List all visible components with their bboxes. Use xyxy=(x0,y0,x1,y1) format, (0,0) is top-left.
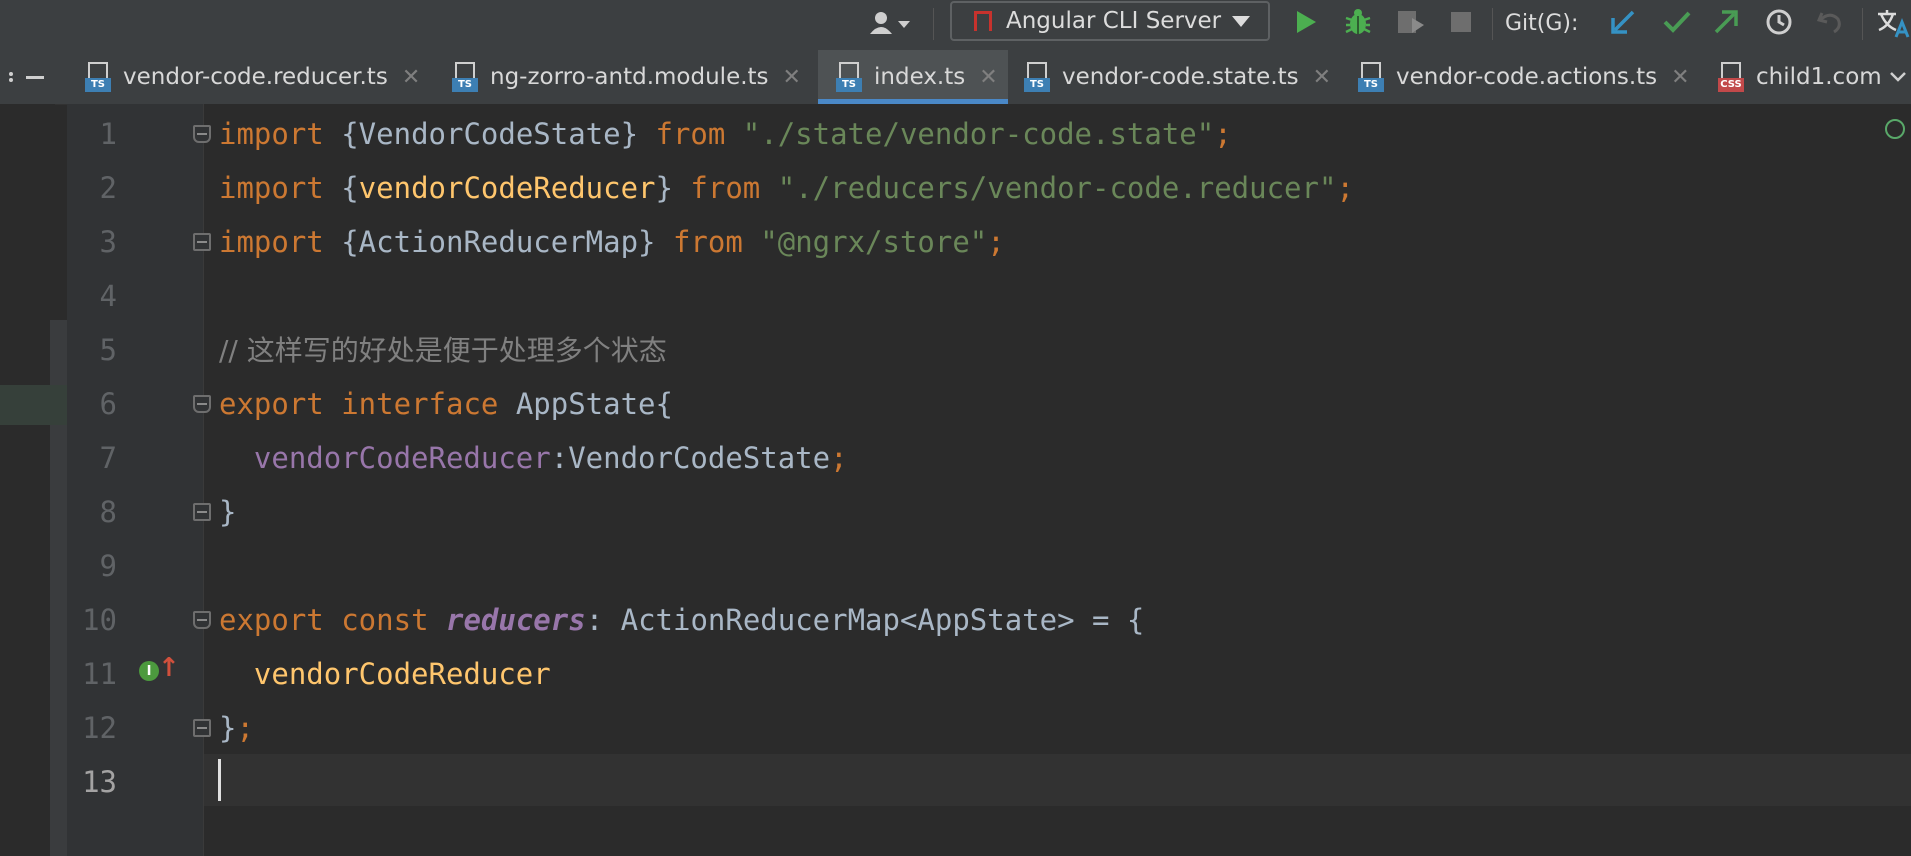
line-number: 7 xyxy=(99,441,117,475)
css-file-icon: CSS xyxy=(1718,62,1744,92)
line-number: 6 xyxy=(99,387,117,421)
line-number: 1 xyxy=(99,117,117,151)
tab-vendor-code-state[interactable]: TS vendor-code.state.ts ✕ xyxy=(1024,50,1354,104)
current-line-highlight xyxy=(204,754,1911,806)
tab-ng-zorro-antd-module[interactable]: TS ng-zorro-antd.module.ts ✕ xyxy=(452,50,818,104)
git-history-button[interactable] xyxy=(1762,6,1796,38)
close-icon[interactable]: ✕ xyxy=(1671,65,1689,90)
coverage-icon xyxy=(1398,11,1424,33)
run-icon xyxy=(1297,11,1316,33)
clock-icon xyxy=(1766,9,1792,35)
tab-vendor-code-actions[interactable]: TS vendor-code.actions.ts ✕ xyxy=(1358,50,1694,104)
chevron-down-icon xyxy=(1890,72,1906,82)
bug-icon xyxy=(1345,9,1371,34)
fold-marker[interactable] xyxy=(193,503,211,521)
code-line-3: import {ActionReducerMap} from "@ngrx/st… xyxy=(219,225,1005,259)
git-rollback-button[interactable] xyxy=(1813,6,1847,38)
undo-icon xyxy=(1816,12,1841,34)
git-label: Git(G): xyxy=(1505,10,1579,36)
run-configuration-selector[interactable]: Angular CLI Server xyxy=(950,1,1270,41)
tab-label: vendor-code.actions.ts xyxy=(1396,64,1658,90)
git-commit-button[interactable] xyxy=(1660,6,1694,38)
implements-icon[interactable]: I xyxy=(139,661,159,681)
fold-marker[interactable] xyxy=(193,125,211,143)
code-line-7: vendorCodeReducer:VendorCodeState; xyxy=(219,441,848,475)
fold-marker[interactable] xyxy=(193,611,211,629)
arrow-up-icon: ↑ xyxy=(158,653,180,683)
tab-label: vendor-code.reducer.ts xyxy=(123,64,388,90)
run-with-coverage-button[interactable] xyxy=(1393,6,1429,38)
fold-marker[interactable] xyxy=(193,719,211,737)
toolbar-separator xyxy=(1492,8,1493,40)
typescript-file-icon: TS xyxy=(836,62,862,92)
debug-button[interactable] xyxy=(1340,6,1376,38)
tab-label: index.ts xyxy=(874,64,966,90)
close-icon[interactable]: ✕ xyxy=(783,65,801,90)
line-number: 5 xyxy=(99,333,117,367)
code-line-8: } xyxy=(219,495,237,529)
translate-button[interactable] xyxy=(1875,6,1911,40)
git-push-button[interactable] xyxy=(1709,6,1743,38)
line-number: 2 xyxy=(99,171,117,205)
toolbar-separator xyxy=(1862,8,1863,40)
close-icon[interactable]: ✕ xyxy=(979,65,997,90)
line-number: 8 xyxy=(99,495,117,529)
line-number: 9 xyxy=(99,549,117,583)
fold-marker[interactable] xyxy=(193,233,211,251)
arrow-down-left-icon xyxy=(1611,10,1635,34)
minus-icon xyxy=(8,72,44,82)
stop-button[interactable] xyxy=(1445,6,1477,38)
user-icon xyxy=(870,12,910,34)
tab-vendor-code-reducer[interactable]: TS vendor-code.reducer.ts ✕ xyxy=(85,50,430,104)
line-number: 3 xyxy=(99,225,117,259)
code-line-1: import {VendorCodeState} from "./state/v… xyxy=(219,117,1232,151)
arrow-up-right-icon xyxy=(1714,10,1738,34)
code-line-5: // 这样写的好处是便于处理多个状态 xyxy=(219,334,667,367)
chevron-down-icon xyxy=(1232,16,1250,27)
typescript-file-icon: TS xyxy=(1358,62,1384,92)
changed-line-marker xyxy=(0,385,67,425)
translate-icon xyxy=(1878,10,1910,38)
close-icon[interactable]: ✕ xyxy=(1313,65,1331,90)
tab-index[interactable]: TS index.ts ✕ xyxy=(818,50,1008,104)
code-line-2: import {vendorCodeReducer} from "./reduc… xyxy=(219,171,1354,205)
typescript-file-icon: TS xyxy=(85,62,111,92)
code-line-6: export interface AppState{ xyxy=(219,387,673,421)
tab-label: child1.com xyxy=(1756,64,1882,90)
main-toolbar: Angular CLI Server Git(G): xyxy=(0,0,1911,50)
run-configuration-label: Angular CLI Server xyxy=(1006,8,1222,34)
code-line-12: }; xyxy=(219,711,254,745)
toolbar-separator xyxy=(933,8,934,40)
inspection-status-icon[interactable] xyxy=(1885,119,1905,139)
user-menu-button[interactable] xyxy=(855,8,925,38)
run-button[interactable] xyxy=(1290,6,1322,38)
tab-child1-component-css[interactable]: CSS child1.com xyxy=(1718,50,1885,104)
typescript-file-icon: TS xyxy=(452,62,478,92)
line-number: 12 xyxy=(82,711,117,745)
angular-icon xyxy=(974,11,992,31)
stop-icon xyxy=(1451,12,1471,32)
text-caret xyxy=(218,759,221,801)
fold-marker[interactable] xyxy=(193,395,211,413)
tab-label: vendor-code.state.ts xyxy=(1062,64,1299,90)
tab-label: ng-zorro-antd.module.ts xyxy=(490,64,769,90)
typescript-file-icon: TS xyxy=(1024,62,1050,92)
split-view-button[interactable] xyxy=(0,50,55,104)
code-line-11: vendorCodeReducer xyxy=(219,657,551,691)
line-number: 4 xyxy=(99,279,117,313)
line-number: 11 xyxy=(82,657,117,691)
close-icon[interactable]: ✕ xyxy=(402,65,420,90)
line-number-current: 13 xyxy=(82,765,117,799)
show-more-tabs-button[interactable] xyxy=(1885,50,1911,104)
code-line-10: export const reducers: ActionReducerMap<… xyxy=(219,603,1145,637)
line-number: 10 xyxy=(82,603,117,637)
tool-window-strip xyxy=(0,104,55,856)
git-update-button[interactable] xyxy=(1606,6,1640,38)
checkmark-icon xyxy=(1663,11,1691,33)
